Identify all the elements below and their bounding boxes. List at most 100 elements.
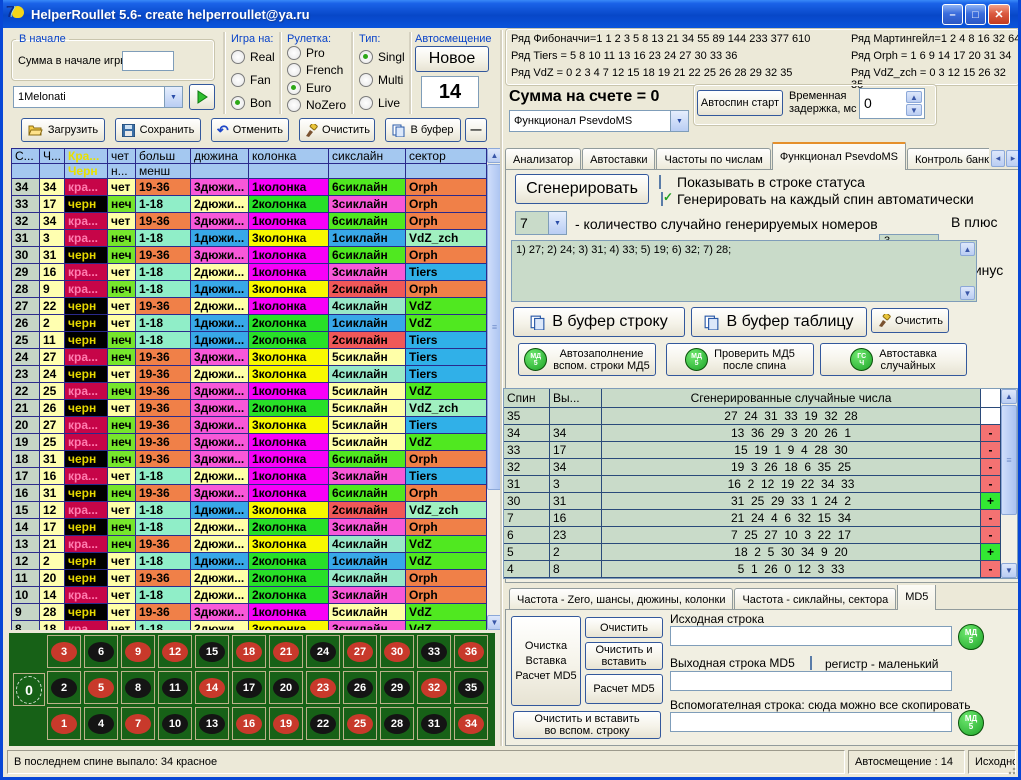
roulette-number-26[interactable]: 26 — [343, 671, 377, 704]
radio-icon[interactable] — [231, 50, 245, 64]
roulette-number-6[interactable]: 6 — [84, 635, 118, 668]
tabs-scroll-left-icon[interactable]: ◂ — [991, 150, 1005, 167]
undo-button[interactable]: ↶ Отменить — [211, 118, 289, 142]
autobet-random-button[interactable]: ГС Ч Автоставка случайных — [820, 343, 967, 376]
radio-icon[interactable] — [287, 46, 301, 60]
table-row[interactable]: 2126чернчет19-363дюжи...2колонка5сиклайн… — [12, 400, 487, 417]
radio-icon[interactable] — [287, 81, 301, 95]
bottom-tab-0[interactable]: Частота - Zero, шансы, дюжины, колонки — [509, 588, 733, 610]
scroll-down-icon[interactable]: ▼ — [960, 286, 975, 300]
radio-icon[interactable] — [231, 73, 245, 87]
tabs-scroll-right-icon[interactable]: ▸ — [1006, 150, 1020, 167]
roulette-number-3[interactable]: 3 — [47, 635, 81, 668]
roulette-zero[interactable]: 0 — [13, 673, 45, 706]
roulette-number-7[interactable]: 7 — [121, 707, 155, 740]
table-row[interactable]: 1014кра...чет1-182дюжи...2колонка3сиклай… — [12, 587, 487, 604]
table-row[interactable]: 1631черннеч19-363дюжи...1колонка6сиклайн… — [12, 485, 487, 502]
table-row[interactable]: 2324чернчет19-362дюжи...3колонка4сиклайн… — [12, 366, 487, 383]
radio-type-multi[interactable]: Multi — [359, 73, 405, 87]
roulette-number-9[interactable]: 9 — [121, 635, 155, 668]
new-offset-button[interactable]: Новое — [415, 46, 489, 72]
table-row[interactable]: 1321кра...неч19-362дюжи...3колонка4сикла… — [12, 536, 487, 553]
output-string-input[interactable] — [670, 671, 952, 691]
table-row[interactable]: 1925кра...неч19-363дюжи...1колонка5сикла… — [12, 434, 487, 451]
table-row[interactable]: 313кра...неч1-181дюжи...3колонка1сиклайн… — [12, 230, 487, 247]
copy-table-button[interactable]: В буфер таблицу — [691, 307, 867, 337]
table-row[interactable]: 3234кра...чет19-363дюжи...1колонка6сикла… — [12, 213, 487, 230]
generated-row[interactable]: 303131 25 29 33 1 24 2+ — [504, 493, 1017, 510]
tab-4[interactable]: Контроль банкро — [907, 148, 989, 170]
generate-button[interactable]: Сгенерировать — [515, 174, 649, 204]
roulette-number-2[interactable]: 2 — [47, 671, 81, 704]
radio-roulette-nozero[interactable]: NoZero — [287, 98, 346, 112]
copy-row-button[interactable]: В буфер строку — [513, 307, 685, 337]
chevron-down-icon[interactable]: ▼ — [548, 212, 566, 234]
tab-3[interactable]: Функционал PsevdoMS — [772, 142, 906, 170]
delay-spinner[interactable]: 0 ▲ ▼ — [859, 88, 925, 119]
generated-row[interactable]: 71621 24 4 6 32 15 34- — [504, 510, 1017, 527]
clear-paste-calc-button[interactable]: Очистка Вставка Расчет MD5 — [511, 616, 581, 706]
generated-row[interactable]: 343413 36 29 3 20 26 1- — [504, 425, 1017, 442]
md5-icon[interactable]: МД 5 — [958, 710, 984, 736]
resize-grip[interactable] — [1006, 765, 1016, 775]
table-row[interactable]: 2916кра...чет1-182дюжи...1колонка3сиклай… — [12, 264, 487, 281]
radio-roulette-french[interactable]: French — [287, 63, 346, 77]
roulette-number-19[interactable]: 19 — [269, 707, 303, 740]
scroll-up-icon[interactable]: ▲ — [1001, 389, 1017, 404]
show-status-checkbox[interactable] — [659, 175, 661, 189]
roulette-number-30[interactable]: 30 — [380, 635, 414, 668]
chevron-down-icon[interactable]: ▼ — [164, 87, 182, 107]
table-row[interactable]: 262чернчет1-181дюжи...2колонка1сиклайнVd… — [12, 315, 487, 332]
table-row[interactable]: 2427кра...неч19-363дюжи...3колонка5сикла… — [12, 349, 487, 366]
table-row[interactable]: 3317черннеч1-182дюжи...2колонка3сиклайнO… — [12, 196, 487, 213]
roulette-number-31[interactable]: 31 — [417, 707, 451, 740]
radio-game-fan[interactable]: Fan — [231, 73, 275, 87]
roulette-number-11[interactable]: 11 — [158, 671, 192, 704]
minimize-button[interactable]: – — [942, 4, 963, 25]
radio-icon[interactable] — [287, 63, 301, 77]
roulette-number-18[interactable]: 18 — [232, 635, 266, 668]
table-row[interactable]: 1831черннеч19-363дюжи...1колонка6сиклайн… — [12, 451, 487, 468]
radio-icon[interactable] — [231, 96, 245, 110]
generated-row[interactable]: 485 1 26 0 12 3 33- — [504, 561, 1017, 578]
save-button[interactable]: Сохранить — [115, 118, 201, 142]
radio-type-live[interactable]: Live — [359, 96, 405, 110]
roulette-number-4[interactable]: 4 — [84, 707, 118, 740]
mode-combo[interactable]: Функционал PsevdoMS ▼ — [509, 110, 689, 132]
roulette-number-22[interactable]: 22 — [306, 707, 340, 740]
md5-clear-button[interactable]: Очистить — [585, 617, 663, 638]
scroll-down-icon[interactable]: ▼ — [1001, 563, 1017, 578]
radio-roulette-pro[interactable]: Pro — [287, 46, 346, 60]
tab-2[interactable]: Частоты по числам — [656, 148, 770, 170]
roulette-number-13[interactable]: 13 — [195, 707, 229, 740]
generated-row[interactable]: 5218 2 5 30 34 9 20+ — [504, 544, 1017, 561]
start-sum-input[interactable] — [122, 51, 174, 71]
lowercase-checkbox[interactable] — [810, 656, 812, 670]
md5-clear-paste-button[interactable]: Очистить и вставить — [585, 642, 663, 670]
md5-clear-paste-aux-button[interactable]: Очистить и вставить во вспом. строку — [513, 711, 661, 739]
table-row[interactable]: 1716кра...чет1-182дюжи...1колонка3сиклай… — [12, 468, 487, 485]
table-row[interactable]: 2722чернчет19-362дюжи...1колонка4сиклайн… — [12, 298, 487, 315]
generated-row[interactable]: 323419 3 26 18 6 35 25- — [504, 459, 1017, 476]
md5-calc-button[interactable]: Расчет MD5 — [585, 674, 663, 704]
copy-button[interactable]: В буфер — [385, 118, 461, 142]
roulette-number-24[interactable]: 24 — [306, 635, 340, 668]
spinner-up-icon[interactable]: ▲ — [906, 91, 922, 103]
radio-icon[interactable] — [359, 96, 373, 110]
roulette-number-14[interactable]: 14 — [195, 671, 229, 704]
count-combo[interactable]: 7 ▼ — [515, 211, 567, 235]
spinner-down-icon[interactable]: ▼ — [906, 104, 922, 116]
roulette-number-21[interactable]: 21 — [269, 635, 303, 668]
bottom-tab-2[interactable]: MD5 — [897, 585, 936, 610]
roulette-number-35[interactable]: 35 — [454, 671, 488, 704]
roulette-number-34[interactable]: 34 — [454, 707, 488, 740]
preset-combo[interactable]: 1Melonati ▼ — [13, 86, 183, 108]
autospin-start-button[interactable]: Автоспин старт — [697, 90, 783, 116]
roulette-number-12[interactable]: 12 — [158, 635, 192, 668]
play-button[interactable] — [189, 84, 215, 110]
aux-string-input[interactable] — [670, 712, 952, 732]
roulette-number-20[interactable]: 20 — [269, 671, 303, 704]
autofill-md5-button[interactable]: МД 5 Автозаполнение вспом. строки МД5 — [518, 343, 656, 376]
generated-row[interactable]: 331715 19 1 9 4 28 30- — [504, 442, 1017, 459]
roulette-number-16[interactable]: 16 — [232, 707, 266, 740]
